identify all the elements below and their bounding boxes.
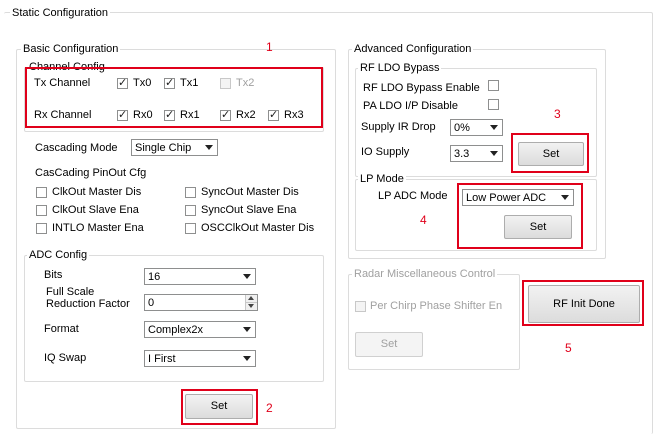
bits-select[interactable]: 16 <box>144 268 256 285</box>
fsrf-label-line2: Reduction Factor <box>46 298 130 310</box>
chevron-up-icon[interactable] <box>245 295 257 303</box>
phase-shifter-label: Per Chirp Phase Shifter En <box>370 300 503 312</box>
chevron-down-icon <box>205 145 213 150</box>
cascading-mode-label: Cascading Mode <box>35 142 118 154</box>
radar-misc-title: Radar Miscellaneous Control <box>352 268 498 280</box>
rf-ldo-bypass-enable-label: RF LDO Bypass Enable <box>363 82 480 94</box>
chevron-down-icon <box>490 151 498 156</box>
clkout-slave-ena-label: ClkOut Slave Ena <box>52 204 139 216</box>
basic-config-title: Basic Configuration <box>21 43 121 55</box>
advanced-config-title: Advanced Configuration <box>352 43 474 55</box>
supply-ir-drop-select[interactable]: 0% <box>450 119 503 136</box>
lp-adc-mode-label: LP ADC Mode <box>378 190 448 202</box>
iq-swap-value: I First <box>148 353 176 365</box>
annotation-number-5: 5 <box>565 341 572 355</box>
rf-ldo-bypass-enable-checkbox[interactable] <box>488 80 499 91</box>
fsrf-stepper[interactable]: 0 <box>144 294 258 311</box>
syncout-master-dis-label: SyncOut Master Dis <box>201 186 299 198</box>
supply-ir-drop-value: 0% <box>454 122 470 134</box>
syncout-slave-ena-label: SyncOut Slave Ena <box>201 204 297 216</box>
clkout-master-dis-label: ClkOut Master Dis <box>52 186 142 198</box>
annotation-number-3: 3 <box>554 107 561 121</box>
pa-ldo-disable-label: PA LDO I/P Disable <box>363 100 458 112</box>
annotation-box-3 <box>511 133 589 173</box>
chevron-down-icon <box>243 327 251 332</box>
pinout-title: CasCading PinOut Cfg <box>35 167 147 179</box>
annotation-box-5 <box>522 280 644 326</box>
clkout-master-dis-checkbox[interactable] <box>36 187 47 198</box>
radar-misc-set-button[interactable]: Set <box>355 332 423 357</box>
chevron-down-icon <box>243 274 251 279</box>
fsrf-value: 0 <box>148 297 155 309</box>
io-supply-select[interactable]: 3.3 <box>450 145 503 162</box>
oscclkout-master-dis-label: OSCClkOut Master Dis <box>201 222 315 234</box>
bits-value: 16 <box>148 271 161 283</box>
format-value: Complex2x <box>148 324 204 336</box>
annotation-box-1 <box>25 67 323 128</box>
iq-swap-select[interactable]: I First <box>144 350 256 367</box>
syncout-master-dis-checkbox[interactable] <box>185 187 196 198</box>
cascading-mode-value: Single Chip <box>135 142 192 154</box>
format-select[interactable]: Complex2x <box>144 321 256 338</box>
format-label: Format <box>44 323 79 335</box>
io-supply-label: IO Supply <box>361 146 410 158</box>
oscclkout-master-dis-checkbox[interactable] <box>185 223 196 234</box>
adc-config-title: ADC Config <box>27 249 90 261</box>
syncout-slave-ena-checkbox[interactable] <box>185 205 196 216</box>
annotation-box-2 <box>181 389 258 425</box>
pa-ldo-disable-checkbox[interactable] <box>488 99 499 110</box>
iq-swap-label: IQ Swap <box>44 352 87 364</box>
chevron-down-icon[interactable] <box>245 303 257 310</box>
annotation-box-4 <box>457 183 583 249</box>
lp-mode-title: LP Mode <box>358 173 406 185</box>
rf-ldo-title: RF LDO Bypass <box>358 62 442 74</box>
phase-shifter-checkbox[interactable] <box>355 301 366 312</box>
intlo-master-ena-label: INTLO Master Ena <box>52 222 144 234</box>
annotation-number-1: 1 <box>266 40 273 54</box>
chevron-down-icon <box>490 125 498 130</box>
annotation-number-4: 4 <box>420 213 427 227</box>
clkout-slave-ena-checkbox[interactable] <box>36 205 47 216</box>
io-supply-value: 3.3 <box>454 148 470 160</box>
static-config-title: Static Configuration <box>10 7 110 19</box>
supply-ir-drop-label: Supply IR Drop <box>361 121 436 133</box>
chevron-down-icon <box>243 356 251 361</box>
annotation-number-2: 2 <box>266 401 273 415</box>
bits-label: Bits <box>44 269 63 281</box>
radar-misc-set-label: Set <box>380 338 398 350</box>
intlo-master-ena-checkbox[interactable] <box>36 223 47 234</box>
cascading-mode-select[interactable]: Single Chip <box>131 139 218 156</box>
